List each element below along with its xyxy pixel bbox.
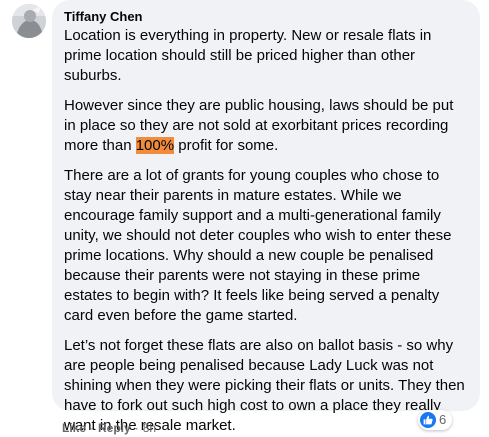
- reaction-count: 6: [439, 412, 447, 427]
- comment-paragraph: There are a lot of grants for young coup…: [64, 167, 452, 324]
- reply-button[interactable]: Reply: [98, 420, 131, 436]
- highlighted-text: 100%: [135, 137, 175, 154]
- avatar[interactable]: [12, 4, 46, 38]
- comment-author-name[interactable]: Tiffany Chen: [64, 9, 468, 25]
- separator: ·: [134, 421, 139, 435]
- comment-paragraph: Location is everything in property. New …: [64, 27, 432, 84]
- comment-body: Location is everything in property. New …: [64, 26, 468, 436]
- comment-actions: Like · Reply · 8h: [62, 420, 156, 436]
- timestamp[interactable]: 8h: [143, 420, 156, 436]
- comment-bubble: Tiffany Chen Location is everything in p…: [52, 0, 480, 434]
- reactions-summary[interactable]: 6: [418, 410, 453, 430]
- comment-paragraph: However since they are public housing, l…: [64, 96, 468, 156]
- like-icon: [420, 412, 436, 428]
- comment-text: profit for some.: [174, 137, 279, 154]
- separator: ·: [90, 421, 95, 435]
- like-button[interactable]: Like: [62, 420, 86, 436]
